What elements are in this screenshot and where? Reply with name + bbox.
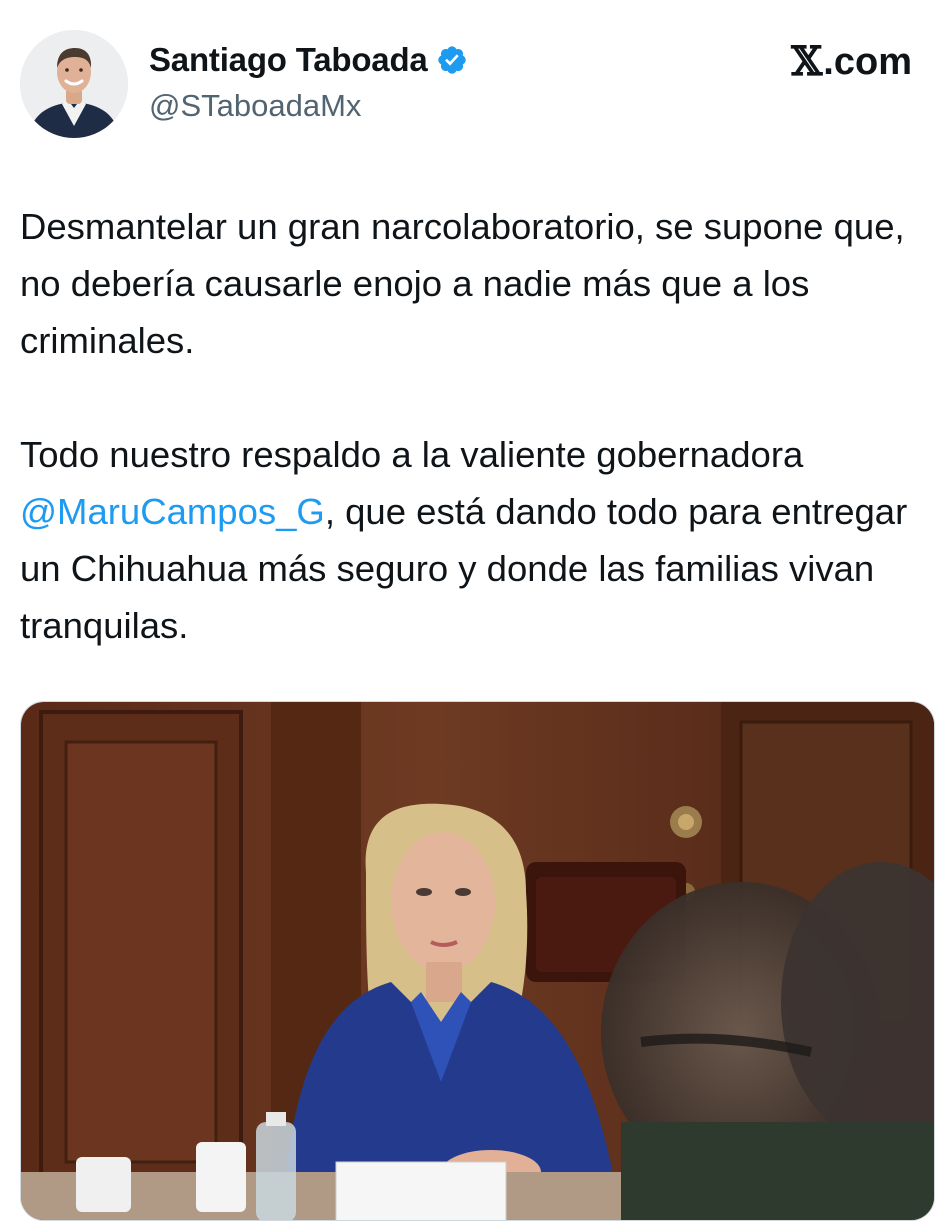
author-display-name[interactable]: Santiago Taboada xyxy=(149,40,428,80)
avatar[interactable] xyxy=(20,30,128,138)
tweet-paragraph-2-before: Todo nuestro respaldo a la valiente gobe… xyxy=(20,434,804,475)
tweet-text: Desmantelar un gran narcolaboratorio, se… xyxy=(20,198,920,654)
author-name-row: Santiago Taboada xyxy=(149,40,468,80)
tweet-media-photo[interactable] xyxy=(20,701,935,1221)
x-com-logo: 𝕏 .com xyxy=(791,40,912,84)
mention-link[interactable]: @MaruCampos_G xyxy=(20,491,325,532)
tweet-card: Santiago Taboada @STaboadaMx 𝕏 .com Desma… xyxy=(0,0,942,1221)
verified-badge-icon xyxy=(436,44,468,76)
brand-suffix: .com xyxy=(823,41,912,83)
tweet-paragraph-1: Desmantelar un gran narcolaboratorio, se… xyxy=(20,206,905,361)
author-handle[interactable]: @STaboadaMx xyxy=(149,86,361,126)
tweet-paragraph-2: Todo nuestro respaldo a la valiente gobe… xyxy=(20,426,920,654)
avatar-photo xyxy=(20,30,128,138)
x-logo-icon: 𝕏 xyxy=(791,38,823,85)
meeting-photo xyxy=(21,702,934,1220)
